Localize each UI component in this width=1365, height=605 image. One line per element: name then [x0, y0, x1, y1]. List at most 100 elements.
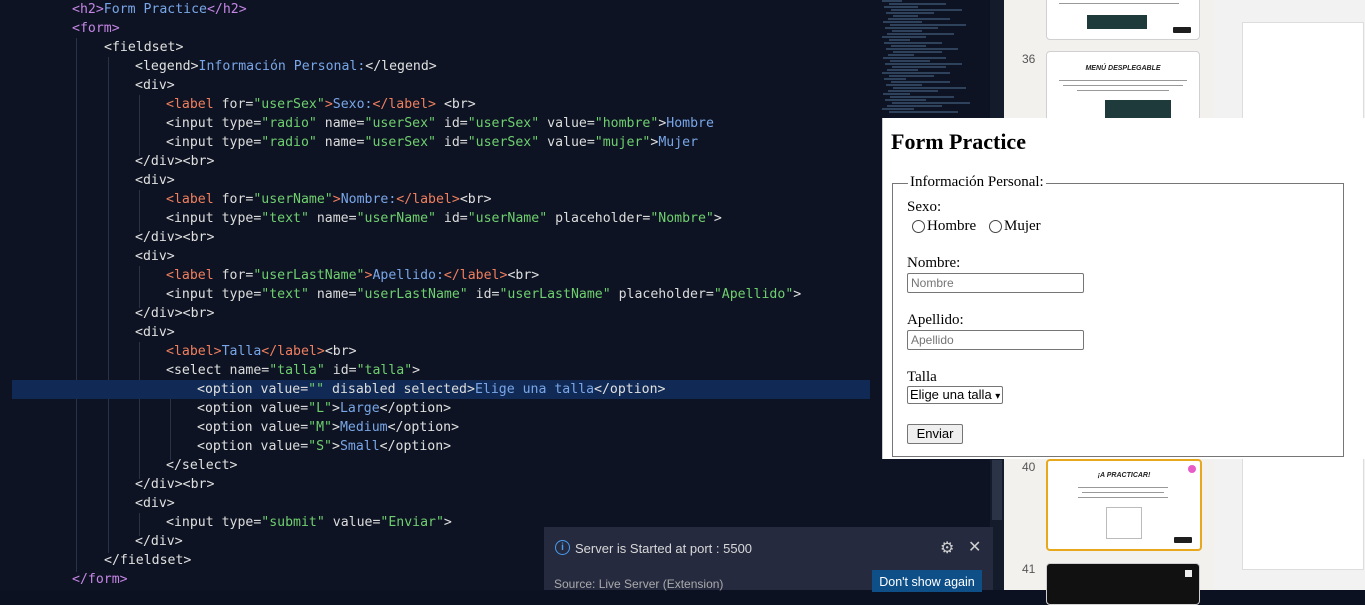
code-token: <option	[197, 401, 261, 416]
code-text: <option value="L">Large</option>	[197, 399, 451, 418]
code-text: <div>	[135, 494, 175, 513]
page-title: Form Practice	[891, 129, 1026, 154]
minimap-line	[884, 78, 906, 80]
code-token: </select>	[166, 458, 238, 473]
minimap-line	[889, 111, 958, 113]
slide-number: 41	[1022, 562, 1036, 576]
code-token: "hombre"	[594, 116, 659, 131]
code-token: placeholder=	[547, 211, 651, 226]
slide-form-preview	[1106, 507, 1142, 539]
slide-thumbnail-active[interactable]: ¡A PRACTICAR!	[1046, 459, 1202, 551]
radio-hombre[interactable]	[912, 220, 925, 233]
code-token: id=	[324, 363, 357, 378]
code-token: value=	[260, 401, 309, 416]
code-text: <label for="userSex">Sexo:</label> <br>	[166, 95, 476, 114]
code-token: value=	[260, 382, 309, 397]
code-text: <div>	[135, 323, 175, 342]
code-text: <input type="radio" name="userSex" id="u…	[166, 133, 698, 152]
code-token: Nombre:	[340, 192, 397, 207]
code-text: <input type="submit" value="Enviar">	[166, 513, 452, 532]
code-token: "Apellido"	[713, 287, 794, 302]
code-text: <fieldset>	[104, 38, 183, 57]
code-token: "Nombre"	[650, 211, 714, 226]
code-token: "submit"	[261, 515, 325, 530]
code-line[interactable]: <option value="" disabled selected>Elige…	[12, 380, 870, 399]
code-token: <div>	[135, 496, 175, 511]
slide-thumbnail-prev[interactable]	[1046, 0, 1200, 40]
code-token: >	[332, 439, 340, 454]
slide-number: 40	[1022, 460, 1036, 474]
slide-decoration	[1188, 465, 1196, 473]
code-token: <input	[166, 135, 222, 150]
code-token: value=	[260, 420, 309, 435]
code-token: value=	[539, 135, 595, 150]
info-icon: i	[555, 540, 570, 555]
code-token: <option	[197, 382, 261, 397]
slide-thumbnail[interactable]	[1046, 563, 1200, 605]
minimap[interactable]	[882, 0, 990, 120]
code-token: <legend>	[135, 59, 199, 74]
minimap-line	[893, 87, 966, 89]
lastname-input[interactable]: Apellido	[907, 330, 1084, 350]
code-token: <label	[166, 192, 222, 207]
slide-number: 36	[1022, 52, 1036, 66]
browser-preview: Form Practice Información Personal: Sexo…	[882, 118, 1365, 459]
code-token: Medium	[339, 420, 388, 435]
code-token: id=	[435, 135, 468, 150]
code-token: <h2>	[72, 2, 104, 17]
minimap-line	[892, 102, 970, 104]
minimap-line	[885, 27, 938, 29]
minimap-line	[883, 57, 946, 59]
radio-mujer[interactable]	[989, 220, 1002, 233]
minimap-line	[889, 3, 946, 5]
code-token: </div>	[135, 534, 183, 549]
gear-icon[interactable]: ⚙	[940, 538, 954, 558]
code-token: "userSex"	[364, 116, 436, 131]
minimap-line	[891, 45, 926, 47]
code-token: name=	[308, 287, 357, 302]
code-token: </label>	[261, 344, 325, 359]
code-text: </div><br>	[135, 304, 214, 323]
code-token: "radio"	[261, 135, 317, 150]
code-token: >	[324, 97, 333, 112]
code-token: type=	[221, 116, 262, 131]
minimap-line	[887, 33, 954, 35]
code-text: <label for="userLastName">Apellido:</lab…	[166, 266, 539, 285]
code-editor[interactable]: <h2>Form Practice</h2> <form> <fieldset> <l…	[0, 0, 992, 590]
code-token: "userSex"	[253, 97, 325, 112]
code-token: "userSex"	[364, 135, 436, 150]
size-select[interactable]: Elige una talla ▾	[907, 386, 1004, 404]
minimap-line	[886, 84, 922, 86]
sex-label: Sexo:	[907, 199, 942, 215]
radio-mujer-label: Mujer	[1004, 218, 1041, 234]
submit-button[interactable]: Enviar	[907, 424, 963, 444]
indent-guide	[108, 57, 109, 553]
code-token: "Enviar"	[380, 515, 444, 530]
code-token: <br>	[443, 97, 476, 112]
indent-guide	[139, 95, 140, 156]
code-token: <input	[166, 116, 222, 131]
code-token: type=	[221, 211, 262, 226]
code-token: </form>	[72, 572, 128, 587]
minimap-line	[888, 54, 914, 56]
notification-source: Source: Live Server (Extension)	[554, 577, 724, 591]
code-text: </div>	[135, 532, 183, 551]
dont-show-again-button[interactable]: Don't show again	[872, 570, 982, 592]
code-token: "userLastName"	[499, 287, 611, 302]
editor-scroll-thumb[interactable]	[992, 460, 1002, 520]
code-token: <div>	[135, 78, 175, 93]
name-input[interactable]: Nombre	[907, 273, 1084, 293]
code-token: <br>	[459, 192, 492, 207]
code-text: </div><br>	[135, 152, 214, 171]
code-token: <div>	[135, 249, 175, 264]
minimap-line	[882, 108, 914, 110]
code-token: "userSex"	[467, 116, 540, 131]
notification-toast: i Server is Started at port : 5500 ⚙ ✕ S…	[544, 527, 993, 592]
slide-thumbnail[interactable]: MENÚ DESPLEGABLE	[1046, 51, 1200, 123]
close-icon[interactable]: ✕	[968, 537, 981, 557]
code-token: <option	[197, 439, 261, 454]
code-token: for=	[221, 268, 254, 283]
minimap-line	[884, 42, 942, 44]
minimap-line	[893, 51, 942, 53]
code-token: "text"	[261, 287, 309, 302]
